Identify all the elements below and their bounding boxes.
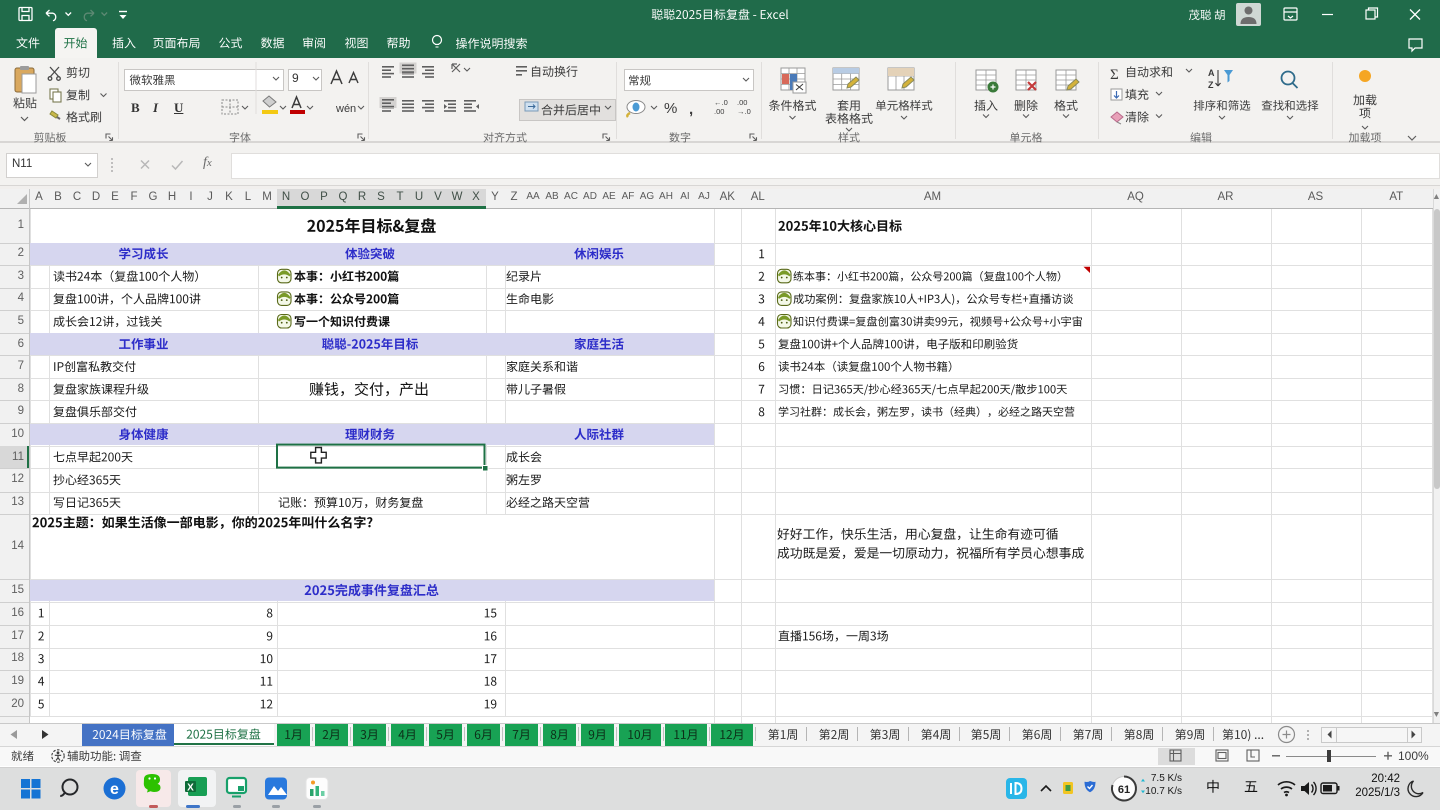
svg-text:61: 61 [1118,784,1130,796]
svg-text:←.0: ←.0 [714,98,728,107]
svg-text:,: , [689,101,693,118]
svg-text:A: A [1208,68,1215,78]
svg-text:wén: wén [335,103,356,115]
svg-text:Σ: Σ [1110,67,1119,83]
svg-text:Z: Z [1208,80,1214,90]
svg-text:e: e [110,781,119,798]
svg-text:.00: .00 [737,98,747,107]
svg-text:.00: .00 [714,107,724,116]
svg-text:%: % [664,100,677,117]
svg-text:→.0: →.0 [737,107,751,116]
svg-text:X: X [187,783,194,794]
